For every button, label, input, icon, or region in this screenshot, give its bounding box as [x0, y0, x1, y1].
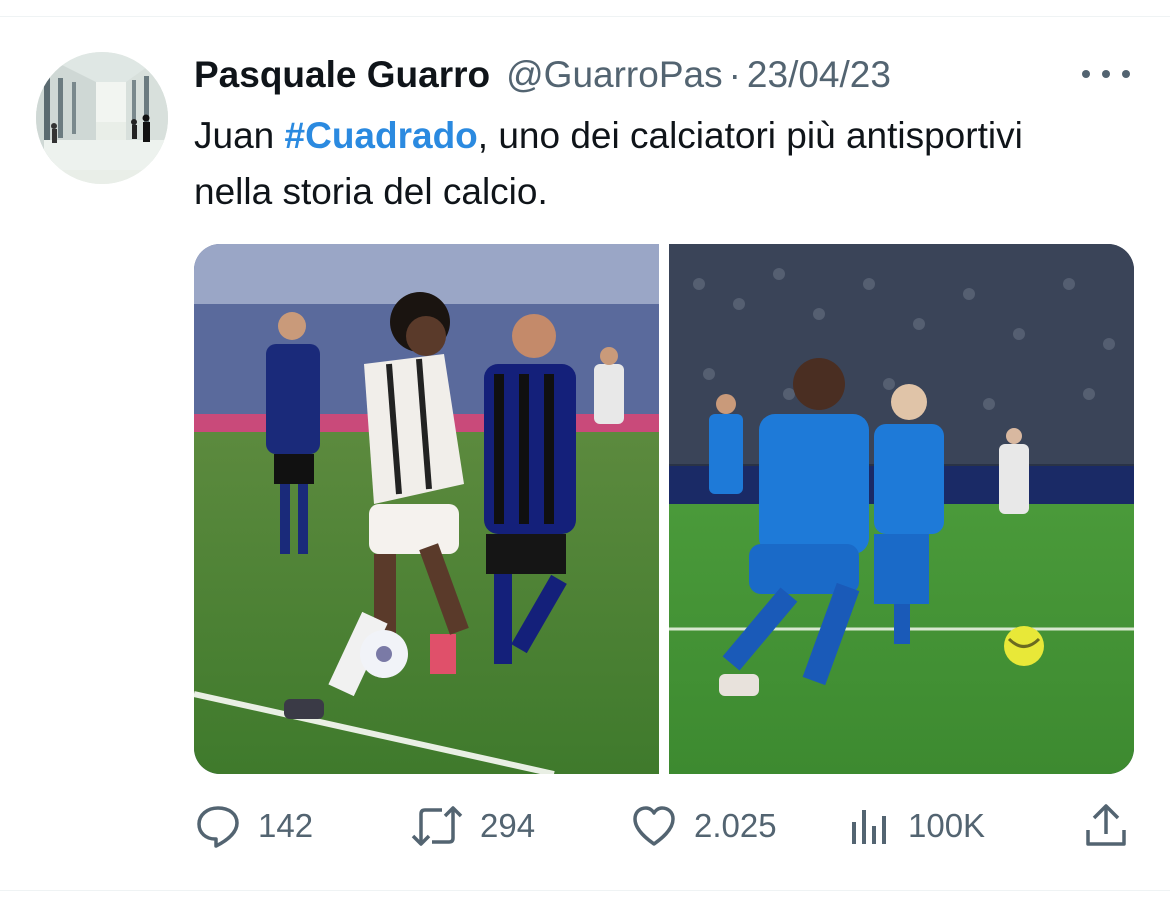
views-count: 100K: [908, 807, 986, 844]
author-name[interactable]: Pasquale Guarro: [194, 50, 490, 100]
views-chart-icon: [850, 802, 892, 850]
reply-button[interactable]: 142: [194, 800, 313, 852]
hashtag-link[interactable]: #Cuadrado: [285, 115, 478, 156]
views-button[interactable]: 100K: [850, 800, 985, 852]
tweet-media: [194, 244, 1134, 774]
retweet-count: 294: [480, 807, 536, 844]
tweet-date[interactable]: 23/04/23: [747, 50, 891, 100]
more-dot: [1122, 70, 1130, 78]
author-avatar[interactable]: [36, 52, 168, 184]
heart-icon: [630, 802, 678, 850]
tweet-text-before: Juan: [194, 115, 285, 156]
photo-juventus-napoli[interactable]: [669, 244, 1134, 774]
share-button[interactable]: [1082, 800, 1130, 852]
more-dot: [1102, 70, 1110, 78]
retweet-button[interactable]: 294: [410, 800, 535, 852]
share-icon: [1082, 802, 1130, 850]
like-count: 2.025: [694, 807, 777, 844]
tweet-text: Juan #Cuadrado, uno dei calciatori più a…: [194, 108, 1094, 220]
header-separator: ·: [728, 54, 741, 95]
more-dot: [1082, 70, 1090, 78]
photo-juventus-inter[interactable]: [194, 244, 659, 774]
like-button[interactable]: 2.025: [630, 800, 777, 852]
reply-icon: [194, 802, 242, 850]
bottom-divider: [0, 890, 1170, 891]
action-bar: 142 294 2.025 100K: [194, 800, 1134, 852]
reply-count: 142: [258, 807, 314, 844]
more-options-icon[interactable]: [1082, 60, 1130, 88]
top-divider: [0, 16, 1170, 17]
retweet-icon: [410, 802, 464, 850]
tweet-header: Pasquale Guarro @GuarroPas · 23/04/23: [194, 50, 891, 100]
author-handle[interactable]: @GuarroPas: [506, 50, 722, 100]
